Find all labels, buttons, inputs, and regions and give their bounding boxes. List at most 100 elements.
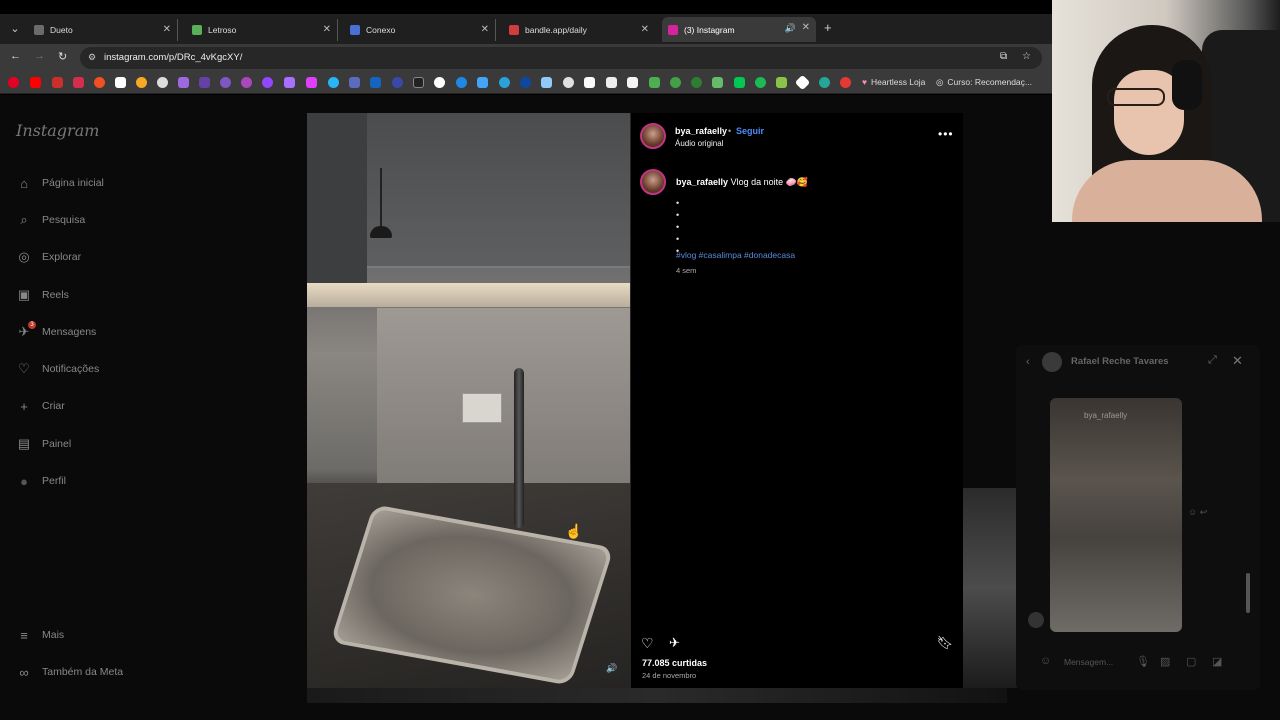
bookmark-icon[interactable] [477,77,488,88]
bookmark-icon[interactable] [691,77,702,88]
chat-contact-name[interactable]: Rafael Reche Tavares [1071,356,1169,367]
bookmark-icon[interactable] [520,77,531,88]
bookmark-heartless-loja[interactable]: ♥ Heartless Loja [862,77,925,87]
bookmark-icon[interactable] [220,77,231,88]
url-field[interactable]: ⚙ instagram.com/p/DRc_4vKgcXY/ ⧉ ☆ [80,47,1042,69]
react-icon[interactable]: ☺ ↩ [1188,507,1207,518]
bookmark-icon[interactable] [712,77,723,88]
bookmark-icon[interactable] [392,77,403,88]
nav-item-dashboard[interactable]: ▤ Painel [16,434,71,454]
audio-link[interactable]: Áudio original [675,139,723,148]
author-avatar[interactable] [640,123,666,149]
hashtags[interactable]: #vlog #casalimpa #donadecasa [676,250,795,260]
nav-item-explore[interactable]: ◎ Explorar [16,247,81,267]
audio-toggle-icon[interactable]: 🔊 [602,658,622,678]
bookmark-icon[interactable] [178,77,189,88]
chat-scrollbar[interactable] [1246,383,1250,633]
share-icon[interactable]: ✈ [669,635,680,651]
likes-count[interactable]: 77.085 curtidas [642,658,707,668]
nav-item-profile[interactable]: ● Perfil [16,471,66,491]
bookmark-icon[interactable] [284,77,295,88]
follow-button[interactable]: Seguir [736,126,764,136]
microphone-icon[interactable]: 🎙︎ [1136,655,1150,668]
bookmark-icon[interactable]: 🔖︎ [936,635,953,651]
bookmark-icon[interactable] [840,77,851,88]
gif-icon[interactable]: ▢ [1186,655,1196,668]
bookmark-icon[interactable] [413,77,424,88]
image-icon[interactable]: ▨ [1160,655,1170,668]
bookmark-curso[interactable]: ◎ Curso: Recomendaç... [936,77,1032,88]
speaker-icon[interactable]: 🔊 [785,23,796,34]
close-tab-icon[interactable]: ✕ [481,24,489,35]
chat-avatar[interactable] [1042,352,1062,372]
tab-conexo[interactable]: Conexo ✕ [344,19,496,41]
tab-bandle[interactable]: bandle.app/daily ✕ [503,19,655,41]
nav-item-create[interactable]: + Criar [16,396,65,416]
bookmark-icon[interactable] [262,77,273,88]
emoji-icon[interactable]: ☺ [1040,655,1051,667]
bookmark-icon[interactable] [563,77,574,88]
message-input[interactable]: ☺ Mensagem... 🎙︎ ▨ ▢ ◪ [1026,648,1250,678]
bookmark-icon[interactable] [370,77,381,88]
bookmark-icon[interactable] [606,77,617,88]
bookmark-icon[interactable] [627,77,638,88]
bookmark-icon[interactable] [306,77,317,88]
nav-item-reels[interactable]: ▣ Reels [16,285,69,305]
pinterest-bookmark-icon[interactable] [8,77,19,88]
bookmark-icon[interactable] [349,77,360,88]
bookmark-icon[interactable] [584,77,595,88]
bookmark-icon[interactable] [328,77,339,88]
bookmark-icon[interactable] [94,77,105,88]
reload-icon[interactable]: ↻ [58,50,67,63]
caption-username[interactable]: bya_rafaelly [676,177,728,187]
nav-item-more[interactable]: ≡ Mais [16,625,64,645]
post-video[interactable]: ☝ 🔊 [307,113,630,688]
expand-icon[interactable]: ⤢ [1208,354,1217,367]
bookmark-icon[interactable] [819,77,830,88]
tab-list-chevron-icon[interactable]: ⌄ [6,20,24,38]
more-options-icon[interactable]: ••• [938,127,954,141]
bookmark-icon[interactable] [456,77,467,88]
back-icon[interactable]: ← [10,50,21,62]
nav-item-meta[interactable]: ∞ Também da Meta [16,662,123,682]
spotify-bookmark-icon[interactable] [755,77,766,88]
tab-dueto[interactable]: Dueto ✕ [28,19,178,41]
bookmark-icon[interactable] [649,77,660,88]
youtube-bookmark-icon[interactable] [30,77,41,88]
telegram-bookmark-icon[interactable] [499,77,510,88]
close-icon[interactable]: ✕ [1232,353,1243,369]
forward-icon[interactable]: → [34,50,45,62]
tab-letroso[interactable]: Letroso ✕ [186,19,338,41]
bookmark-icon[interactable] [434,77,445,88]
author-username[interactable]: bya_rafaelly [675,126,727,136]
close-tab-icon[interactable]: ✕ [323,24,331,35]
nav-item-messages[interactable]: ✈ 3 Mensagens [16,321,96,342]
bookmark-star-icon[interactable]: ☆ [1022,51,1031,62]
close-tab-icon[interactable]: ✕ [163,24,171,35]
tab-instagram[interactable]: (3) Instagram 🔊 ✕ [662,17,816,42]
like-heart-icon[interactable]: ♡ [641,635,654,652]
bookmark-icon[interactable] [73,77,84,88]
bookmark-icon[interactable] [52,77,63,88]
twitch-bookmark-icon[interactable] [199,77,210,88]
bookmark-icon[interactable] [115,77,126,88]
bookmark-icon[interactable] [136,77,147,88]
nav-item-home[interactable]: ⌂ Página inicial [16,173,104,193]
sticker-icon[interactable]: ◪ [1212,655,1222,668]
bookmark-icon[interactable] [776,77,787,88]
caption-avatar[interactable] [640,169,666,195]
shared-reel[interactable]: bya_rafaelly [1050,398,1182,632]
close-tab-icon[interactable]: ✕ [802,22,810,33]
chevron-left-icon[interactable]: ‹ [1026,356,1030,368]
bookmark-icon[interactable] [670,77,681,88]
bookmark-icon[interactable] [157,77,168,88]
site-info-icon[interactable]: ⚙ [88,52,96,63]
instagram-logo[interactable]: Instagram [16,121,99,140]
bookmark-icon[interactable] [241,77,252,88]
new-tab-button[interactable]: + [824,20,832,35]
bookmark-icon[interactable] [794,74,811,91]
bookmark-icon[interactable] [541,77,552,88]
nav-item-notifications[interactable]: ♡ Notificações [16,359,99,379]
install-app-icon[interactable]: ⧉ [1000,51,1007,62]
nav-item-search[interactable]: ⌕ Pesquisa [16,210,85,230]
